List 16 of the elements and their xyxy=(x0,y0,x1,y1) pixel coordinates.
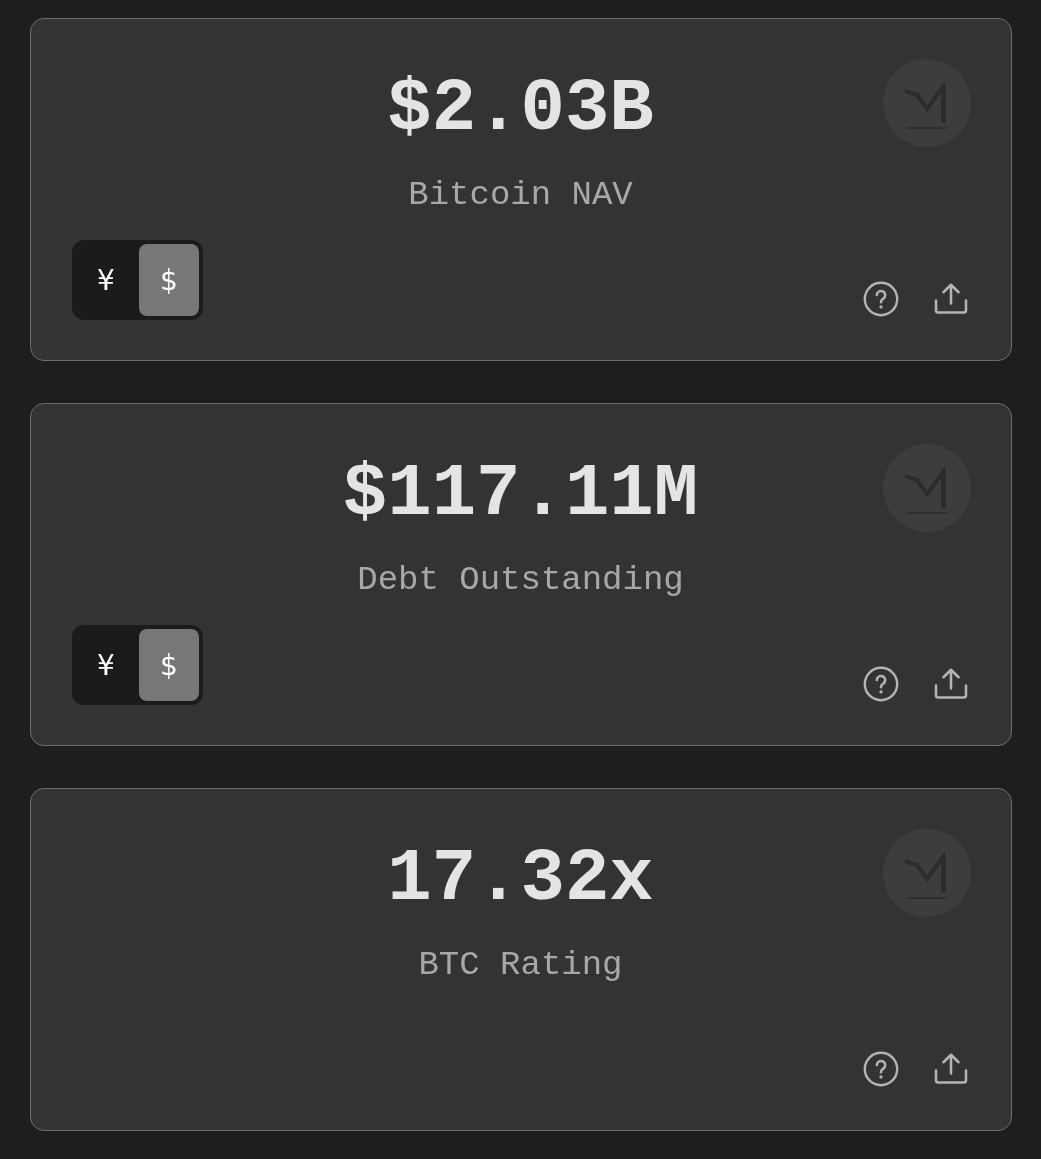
currency-option[interactable]: ¥ xyxy=(76,244,136,316)
metric-value: $2.03B xyxy=(387,66,654,153)
metric-value: 17.32x xyxy=(387,836,654,923)
metric-label: BTC Rating xyxy=(418,945,623,986)
share-icon[interactable] xyxy=(933,281,969,317)
help-icon[interactable] xyxy=(863,1051,899,1087)
metric-value: $117.11M xyxy=(342,451,699,538)
metric-label: Debt Outstanding xyxy=(357,560,684,601)
help-icon[interactable] xyxy=(863,666,899,702)
currency-option[interactable]: $ xyxy=(139,244,199,316)
share-icon[interactable] xyxy=(933,666,969,702)
metric-label: Bitcoin NAV xyxy=(408,175,633,216)
help-icon[interactable] xyxy=(863,281,899,317)
currency-option[interactable]: $ xyxy=(139,629,199,701)
share-icon[interactable] xyxy=(933,1051,969,1087)
currency-option[interactable]: ¥ xyxy=(76,629,136,701)
